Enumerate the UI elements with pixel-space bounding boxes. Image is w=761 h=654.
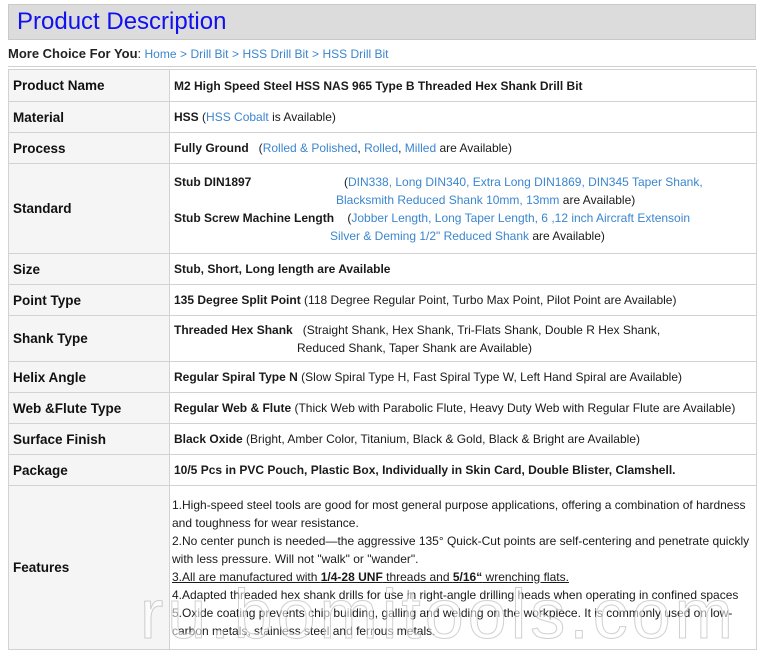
row-label: Process (8, 132, 170, 164)
row-label: Point Type (8, 284, 170, 316)
spec-table: Product Name M2 High Speed Steel HSS NAS… (8, 69, 757, 650)
point-type-value: 135 Degree Split Point (118 Degree Regul… (169, 284, 757, 316)
divider (8, 66, 756, 67)
features-value: 1.High-speed steel tools are good for mo… (169, 485, 757, 650)
table-row: Product Name M2 High Speed Steel HSS NAS… (8, 69, 757, 102)
row-label: Features (8, 485, 170, 650)
row-label: Shank Type (8, 315, 170, 362)
breadcrumb-separator: > (311, 47, 319, 61)
table-row: Helix Angle Regular Spiral Type N (Slow … (8, 361, 757, 393)
breadcrumb: More Choice For You: Home > Drill Bit > … (8, 46, 389, 61)
row-label: Surface Finish (8, 423, 170, 455)
breadcrumb-drill-bit[interactable]: Drill Bit (191, 47, 229, 61)
row-label: Package (8, 454, 170, 486)
table-row: Web &Flute Type Regular Web & Flute (Thi… (8, 392, 757, 424)
title-bar: Product Description (8, 4, 756, 40)
table-row: Features 1.High-speed steel tools are go… (8, 485, 757, 650)
feature-item: 2.No center punch is needed—the aggressi… (172, 533, 750, 566)
row-label: Standard (8, 163, 170, 254)
row-label: Helix Angle (8, 361, 170, 393)
row-label: Product Name (8, 69, 170, 102)
row-label: Material (8, 101, 170, 133)
shank-type-value: Threaded Hex Shank (Straight Shank, Hex … (169, 315, 757, 362)
standard-value: Stub DIN1897 (DIN338, Long DIN340, Extra … (169, 163, 757, 254)
breadcrumb-separator: > (231, 47, 239, 61)
helix-angle-value: Regular Spiral Type N (Slow Spiral Type … (169, 361, 757, 393)
breadcrumb-hss-drill-bit-current[interactable]: HSS Drill Bit (322, 47, 388, 61)
hss-cobalt-link[interactable]: HSS Cobalt (206, 110, 269, 124)
table-row: Size Stub, Short, Long length are Availa… (8, 253, 757, 285)
feature-item: 4.Adapted threaded hex shank drills for … (172, 587, 739, 602)
standard-alt-links[interactable]: Jobber Length, Long Taper Length, 6 ,12 … (351, 211, 690, 225)
table-row: Shank Type Threaded Hex Shank (Straight … (8, 315, 757, 362)
breadcrumb-separator: > (180, 47, 188, 61)
table-row: Material HSS (HSS Cobalt is Available) (8, 101, 757, 133)
surface-finish-value: Black Oxide (Bright, Amber Color, Titani… (169, 423, 757, 455)
standard-alt-links[interactable]: Silver & Deming 1/2" Reduced Shank (330, 229, 529, 243)
package-value: 10/5 Pcs in PVC Pouch, Plastic Box, Indi… (169, 454, 757, 486)
process-value: Fully Ground (Rolled & Polished, Rolled,… (169, 132, 757, 164)
table-row: Package 10/5 Pcs in PVC Pouch, Plastic B… (8, 454, 757, 486)
breadcrumb-hss-drill-bit[interactable]: HSS Drill Bit (242, 47, 308, 61)
page-title: Product Description (17, 8, 227, 35)
product-name-value: M2 High Speed Steel HSS NAS 965 Type B T… (169, 69, 757, 102)
standard-alt-links[interactable]: Blacksmith Reduced Shank 10mm, 13mm (336, 193, 559, 207)
milled-link[interactable]: Milled (405, 141, 436, 155)
rolled-link[interactable]: Rolled (364, 141, 398, 155)
size-value: Stub, Short, Long length are Available (169, 253, 757, 285)
breadcrumb-lead: More Choice For You (8, 46, 138, 61)
table-row: Point Type 135 Degree Split Point (118 D… (8, 284, 757, 316)
feature-item: 3.All are manufactured with 1/4-28 UNF t… (172, 569, 569, 584)
web-flute-value: Regular Web & Flute (Thick Web with Para… (169, 392, 757, 424)
rolled-polished-link[interactable]: Rolled & Polished (263, 141, 358, 155)
row-label: Web &Flute Type (8, 392, 170, 424)
standard-alt-links[interactable]: DIN338, Long DIN340, Extra Long DIN1869,… (348, 175, 703, 189)
feature-item: 1.High-speed steel tools are good for mo… (172, 497, 746, 530)
table-row: Process Fully Ground (Rolled & Polished,… (8, 132, 757, 164)
feature-item: 5.Oxide coating prevents chip building, … (172, 605, 733, 638)
table-row: Standard Stub DIN1897 (DIN338, Long DIN34… (8, 163, 757, 254)
table-row: Surface Finish Black Oxide (Bright, Ambe… (8, 423, 757, 455)
material-value: HSS (HSS Cobalt is Available) (169, 101, 757, 133)
row-label: Size (8, 253, 170, 285)
breadcrumb-home[interactable]: Home (145, 47, 177, 61)
